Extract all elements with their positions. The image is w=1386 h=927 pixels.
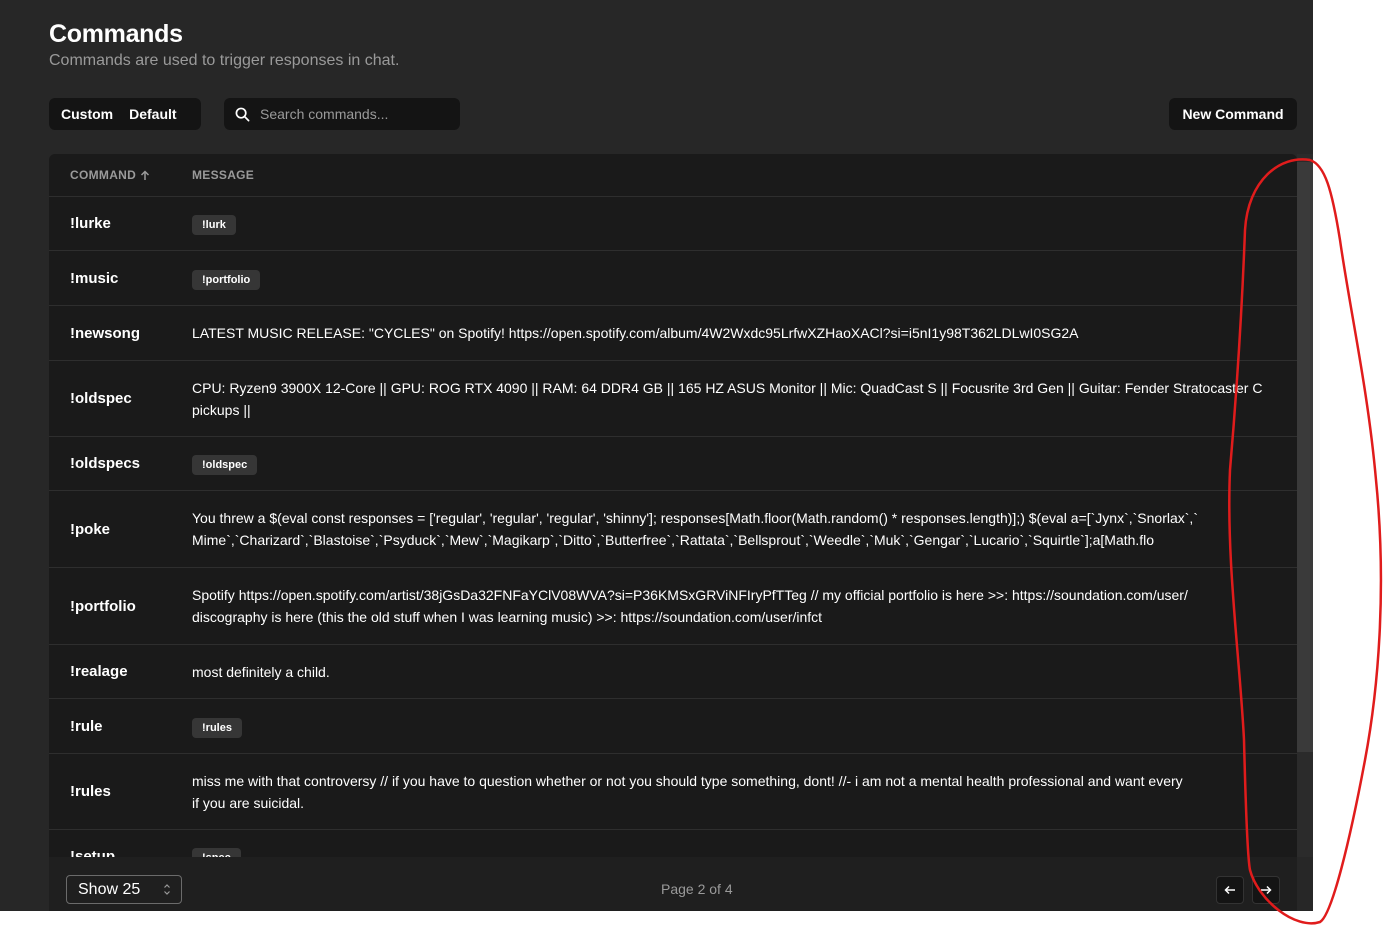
command-name: !setup	[70, 848, 115, 857]
column-header-message: MESSAGE	[192, 168, 255, 182]
table-row[interactable]: !music !portfolio	[49, 251, 1297, 306]
table-row[interactable]: !lurke !lurk	[49, 197, 1297, 251]
table-row[interactable]: !setup !spec	[49, 830, 1297, 857]
table-row[interactable]: !portfolio Spotify https://open.spotify.…	[49, 568, 1297, 645]
command-name: !portfolio	[70, 597, 136, 615]
command-message: CPU: Ryzen9 3900X 12-Core || GPU: ROG RT…	[192, 379, 1263, 418]
sort-arrow-up-icon	[140, 169, 150, 181]
command-message: LATEST MUSIC RELEASE: "CYCLES" on Spotif…	[192, 325, 1079, 341]
table-row[interactable]: !oldspecs !oldspec	[49, 437, 1297, 491]
table-row[interactable]: !rules miss me with that controversy // …	[49, 754, 1297, 830]
alias-badge: !oldspec	[192, 455, 258, 475]
command-message: !lurk	[192, 212, 1297, 235]
command-name: !realage	[70, 663, 128, 680]
command-message: miss me with that controversy // if you …	[192, 772, 1183, 811]
command-name: !rule	[70, 717, 103, 735]
alias-badge: !rules	[192, 717, 242, 738]
column-header-command[interactable]: COMMAND	[49, 168, 192, 182]
search-input[interactable]	[260, 106, 440, 122]
search-box	[224, 98, 460, 130]
table-row[interactable]: !oldspec CPU: Ryzen9 3900X 12-Core || GP…	[49, 361, 1297, 437]
command-message: !spec	[192, 845, 1297, 857]
table-header: COMMAND MESSAGE	[49, 154, 1297, 197]
table-row[interactable]: !realage most definitely a child.	[49, 645, 1297, 699]
tab-custom[interactable]: Custom	[53, 101, 121, 127]
command-name: !music	[70, 269, 119, 287]
table-row[interactable]: !rule !rules	[49, 699, 1297, 754]
command-message: Spotify https://open.spotify.com/artist/…	[192, 587, 1188, 625]
alias-badge: !spec	[192, 848, 241, 857]
alias-badge: !lurk	[192, 215, 236, 235]
command-name: !newsong	[70, 324, 140, 342]
commands-table: COMMAND MESSAGE !lurke !lurk !music !por…	[49, 154, 1297, 857]
command-name: !oldspecs	[70, 455, 141, 472]
search-icon	[234, 106, 250, 122]
command-name: !oldspec	[70, 390, 132, 407]
table-row[interactable]: !newsong LATEST MUSIC RELEASE: "CYCLES" …	[49, 306, 1297, 361]
tab-default[interactable]: Default	[121, 101, 184, 127]
commands-page: Commands Commands are used to trigger re…	[0, 0, 1313, 911]
alias-badge: !portfolio	[192, 269, 261, 290]
command-message: !portfolio	[192, 267, 1297, 290]
command-message: You threw a $(eval const responses = ['r…	[192, 510, 1198, 548]
command-name: !poke	[70, 520, 111, 538]
table-scrollbar-thumb[interactable]	[1297, 162, 1313, 752]
arrow-left-icon	[1224, 885, 1236, 895]
chevron-up-down-icon	[163, 883, 171, 896]
table-footer: Show 25 Page 2 of 4	[49, 857, 1297, 911]
page-subtitle: Commands are used to trigger responses i…	[49, 52, 400, 69]
command-message: !rules	[192, 715, 1297, 738]
command-message: most definitely a child.	[192, 663, 330, 680]
page-title: Commands	[49, 20, 183, 48]
arrow-right-icon	[1260, 885, 1272, 895]
command-name: !lurke	[70, 215, 111, 232]
command-name: !rules	[70, 783, 111, 800]
page-indicator: Page 2 of 4	[661, 881, 733, 897]
new-command-button[interactable]: New Command	[1169, 98, 1297, 130]
page-size-select[interactable]: Show 25	[66, 875, 182, 904]
table-row[interactable]: !poke You threw a $(eval const responses…	[49, 491, 1297, 568]
command-type-toggle: Custom Default	[49, 98, 201, 130]
command-message: !oldspec	[192, 452, 1297, 475]
previous-page-button[interactable]	[1216, 876, 1244, 904]
next-page-button[interactable]	[1252, 876, 1280, 904]
